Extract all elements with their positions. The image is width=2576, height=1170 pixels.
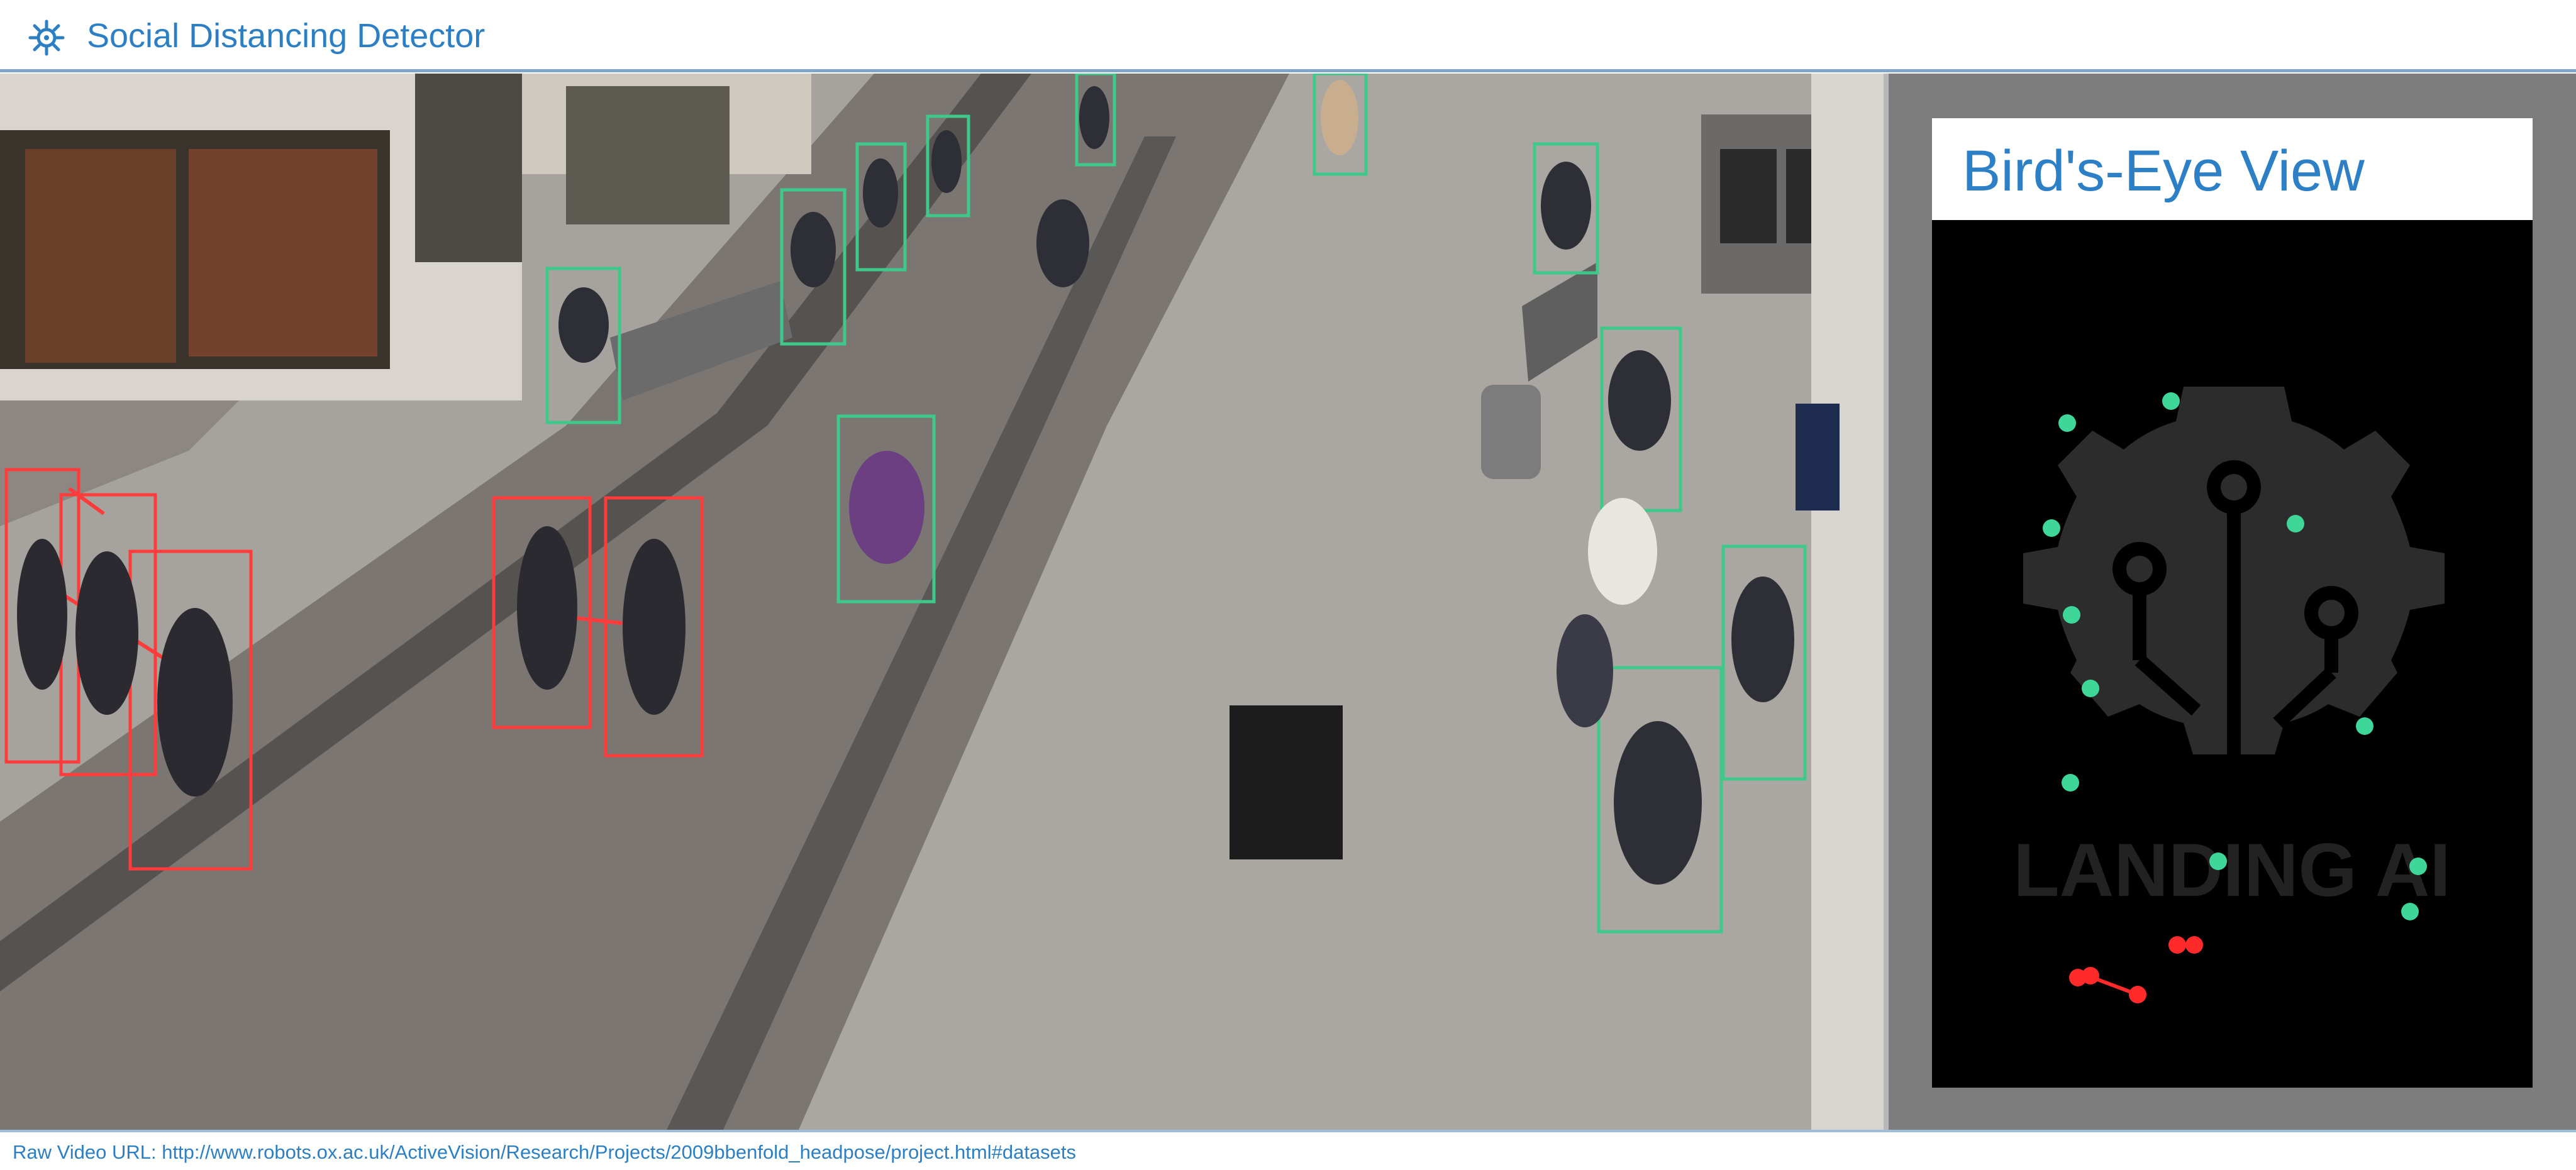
birds-eye-title: Bird's-Eye View bbox=[1962, 139, 2365, 203]
bev-point-safe bbox=[2063, 606, 2080, 624]
bev-point-violation bbox=[2168, 936, 2186, 954]
street-scene bbox=[0, 74, 1884, 1130]
bev-point-safe bbox=[2062, 774, 2079, 792]
birds-eye-title-box: Bird's-Eye View bbox=[1932, 118, 2533, 220]
app-title: Social Distancing Detector bbox=[87, 17, 486, 55]
bev-point-safe bbox=[2356, 717, 2373, 735]
bev-point-safe bbox=[2058, 414, 2076, 432]
bev-point-safe bbox=[2082, 680, 2099, 697]
bev-point-safe bbox=[2409, 858, 2427, 875]
bev-point-safe bbox=[2287, 515, 2304, 533]
snowflake-gear-icon bbox=[28, 19, 65, 56]
bev-point-safe bbox=[2162, 392, 2180, 410]
bev-point-safe bbox=[2401, 903, 2419, 920]
raw-video-url[interactable]: Raw Video URL: http://www.robots.ox.ac.u… bbox=[13, 1141, 1076, 1164]
bev-point-violation bbox=[2129, 986, 2146, 1003]
bev-point-safe bbox=[2209, 853, 2227, 870]
app-header: Social Distancing Detector bbox=[0, 0, 2576, 72]
bev-point-safe bbox=[2043, 519, 2060, 537]
birds-eye-map: LANDING AI bbox=[2013, 387, 2451, 1003]
birds-eye-canvas: LANDING AI bbox=[1932, 220, 2533, 1088]
video-feed bbox=[0, 74, 1884, 1130]
bev-point-violation bbox=[2082, 967, 2099, 985]
footer: Raw Video URL: http://www.robots.ox.ac.u… bbox=[0, 1130, 2576, 1170]
bev-point-violation bbox=[2185, 936, 2203, 954]
watermark-text: LANDING AI bbox=[2013, 828, 2451, 912]
